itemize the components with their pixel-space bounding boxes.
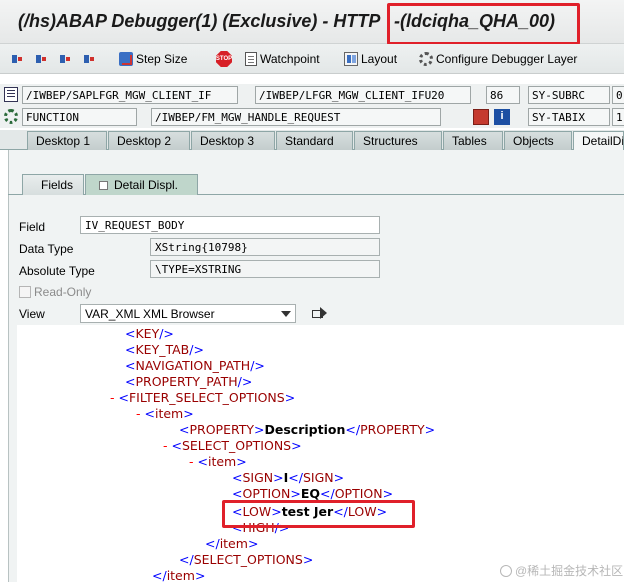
xml-node-key[interactable]: <KEY/> <box>125 326 174 342</box>
subtab-detail-label: Detail Displ. <box>114 178 179 192</box>
view-select-value: VAR_XML XML Browser <box>85 307 215 321</box>
tab-objects[interactable]: Objects <box>504 131 572 150</box>
gear-icon <box>419 52 433 66</box>
line-field: 86 <box>486 86 520 104</box>
watermark-text: @稀土掘金技术社区 <box>515 564 624 578</box>
subtab-detail-displ[interactable]: Detail Displ. <box>85 174 198 195</box>
layout-button[interactable]: Layout <box>344 50 397 68</box>
xml-node-select-options[interactable]: - <SELECT_OPTIONS> <box>163 438 302 454</box>
sysvar1-value: 0 <box>612 86 624 104</box>
continue-icon <box>84 54 94 64</box>
xml-node-key-tab[interactable]: <KEY_TAB/> <box>125 342 204 358</box>
read-only-checkbox[interactable] <box>19 286 31 298</box>
desktop-tabs: Desktop 1 Desktop 2 Desktop 3 Standard S… <box>0 130 624 150</box>
xml-node-property[interactable]: <PROPERTY>Description</PROPERTY> <box>179 422 435 438</box>
step-size-button[interactable]: Step Size <box>119 50 187 68</box>
subtab-fields[interactable]: Fields <box>22 174 84 195</box>
sysvar1-name: SY-SUBRC <box>528 86 610 104</box>
tab-tables[interactable]: Tables <box>443 131 503 150</box>
program-icon <box>4 87 18 102</box>
title-bar: (/hs)ABAP Debugger(1) (Exclusive) - HTTP… <box>0 0 624 45</box>
single-step-icon <box>12 54 22 64</box>
configure-layer-button[interactable]: Configure Debugger Layer <box>419 50 577 68</box>
layout-icon <box>344 52 358 66</box>
continue-button[interactable] <box>84 50 94 68</box>
return-button[interactable] <box>60 50 70 68</box>
field-label: Field <box>19 220 46 234</box>
xml-node-item-close[interactable]: </item> <box>205 536 258 552</box>
execute-button[interactable] <box>36 50 46 68</box>
data-type-value: XString{10798} <box>150 238 380 256</box>
display-source-icon[interactable] <box>473 109 489 125</box>
watermark-logo-icon <box>500 565 512 577</box>
xml-node-item-inner[interactable]: - <item> <box>189 454 247 470</box>
watchpoint-button[interactable]: Watchpoint <box>245 50 320 68</box>
execute-view-icon[interactable] <box>312 306 328 320</box>
program-field: /IWBEP/SAPLFGR_MGW_CLIENT_IF <box>22 86 238 104</box>
tab-desktop-3[interactable]: Desktop 3 <box>191 131 275 150</box>
data-type-label: Data Type <box>19 242 74 256</box>
configure-layer-label: Configure Debugger Layer <box>436 52 578 66</box>
watermark: @稀土掘金技术社区 <box>500 562 623 579</box>
function-icon <box>4 109 18 124</box>
read-only-label: Read-Only <box>34 285 92 299</box>
function-info-row: FUNCTION /IWBEP/FM_MGW_HANDLE_REQUEST i … <box>0 106 624 128</box>
xml-node-sign[interactable]: <SIGN>I</SIGN> <box>232 470 344 486</box>
checkbox-icon <box>99 181 108 190</box>
debugger-toolbar: Step Size STOP Watchpoint Layout Configu… <box>0 44 624 74</box>
xml-browser: <KEY/> <KEY_TAB/> <NAVIGATION_PATH/> <PR… <box>17 325 624 582</box>
subtab-fields-label: Fields <box>41 178 74 192</box>
xml-node-item[interactable]: - <item> <box>136 406 194 422</box>
sysvar2-name: SY-TABIX <box>528 108 610 126</box>
title-highlight-box <box>387 3 580 45</box>
function-name-field: /IWBEP/FM_MGW_HANDLE_REQUEST <box>151 108 441 126</box>
view-label: View <box>19 307 45 321</box>
view-select[interactable]: VAR_XML XML Browser <box>80 304 296 323</box>
stop-button[interactable]: STOP <box>216 50 232 68</box>
watchpoint-icon <box>245 52 257 66</box>
tab-desktop-1[interactable]: Desktop 1 <box>27 131 107 150</box>
sysvar2-value: 1 <box>612 108 624 126</box>
stop-icon: STOP <box>216 51 232 67</box>
step-size-icon <box>119 52 133 66</box>
low-value-highlight-box <box>222 500 415 528</box>
absolute-type-value: \TYPE=XSTRING <box>150 260 380 278</box>
xml-node-property-path[interactable]: <PROPERTY_PATH/> <box>125 374 252 390</box>
layout-label: Layout <box>361 52 398 66</box>
tab-standard[interactable]: Standard <box>276 131 353 150</box>
window-title: (/hs)ABAP Debugger(1) (Exclusive) - HTTP <box>18 11 381 31</box>
info-icon[interactable]: i <box>494 109 510 125</box>
chevron-down-icon <box>281 311 291 317</box>
absolute-type-label: Absolute Type <box>19 264 95 278</box>
tab-desktop-2[interactable]: Desktop 2 <box>108 131 190 150</box>
single-step-button[interactable] <box>12 50 22 68</box>
watchpoint-label: Watchpoint <box>260 52 320 66</box>
execute-icon <box>36 54 46 64</box>
include-field: /IWBEP/LFGR_MGW_CLIENT_IFU20 <box>255 86 471 104</box>
xml-node-filter-select-options[interactable]: - <FILTER_SELECT_OPTIONS> <box>110 390 295 406</box>
type-field: FUNCTION <box>22 108 137 126</box>
xml-node-item-outer-close[interactable]: </item> <box>152 568 205 582</box>
xml-node-navigation-path[interactable]: <NAVIGATION_PATH/> <box>125 358 265 374</box>
field-input[interactable]: IV_REQUEST_BODY <box>80 216 380 234</box>
step-size-label: Step Size <box>136 52 188 66</box>
return-icon <box>60 54 70 64</box>
tab-structures[interactable]: Structures <box>354 131 442 150</box>
xml-node-select-options-close[interactable]: </SELECT_OPTIONS> <box>179 552 313 568</box>
tab-detail-display[interactable]: DetailDi <box>573 131 624 150</box>
program-info-row: /IWBEP/SAPLFGR_MGW_CLIENT_IF /IWBEP/LFGR… <box>0 84 624 106</box>
